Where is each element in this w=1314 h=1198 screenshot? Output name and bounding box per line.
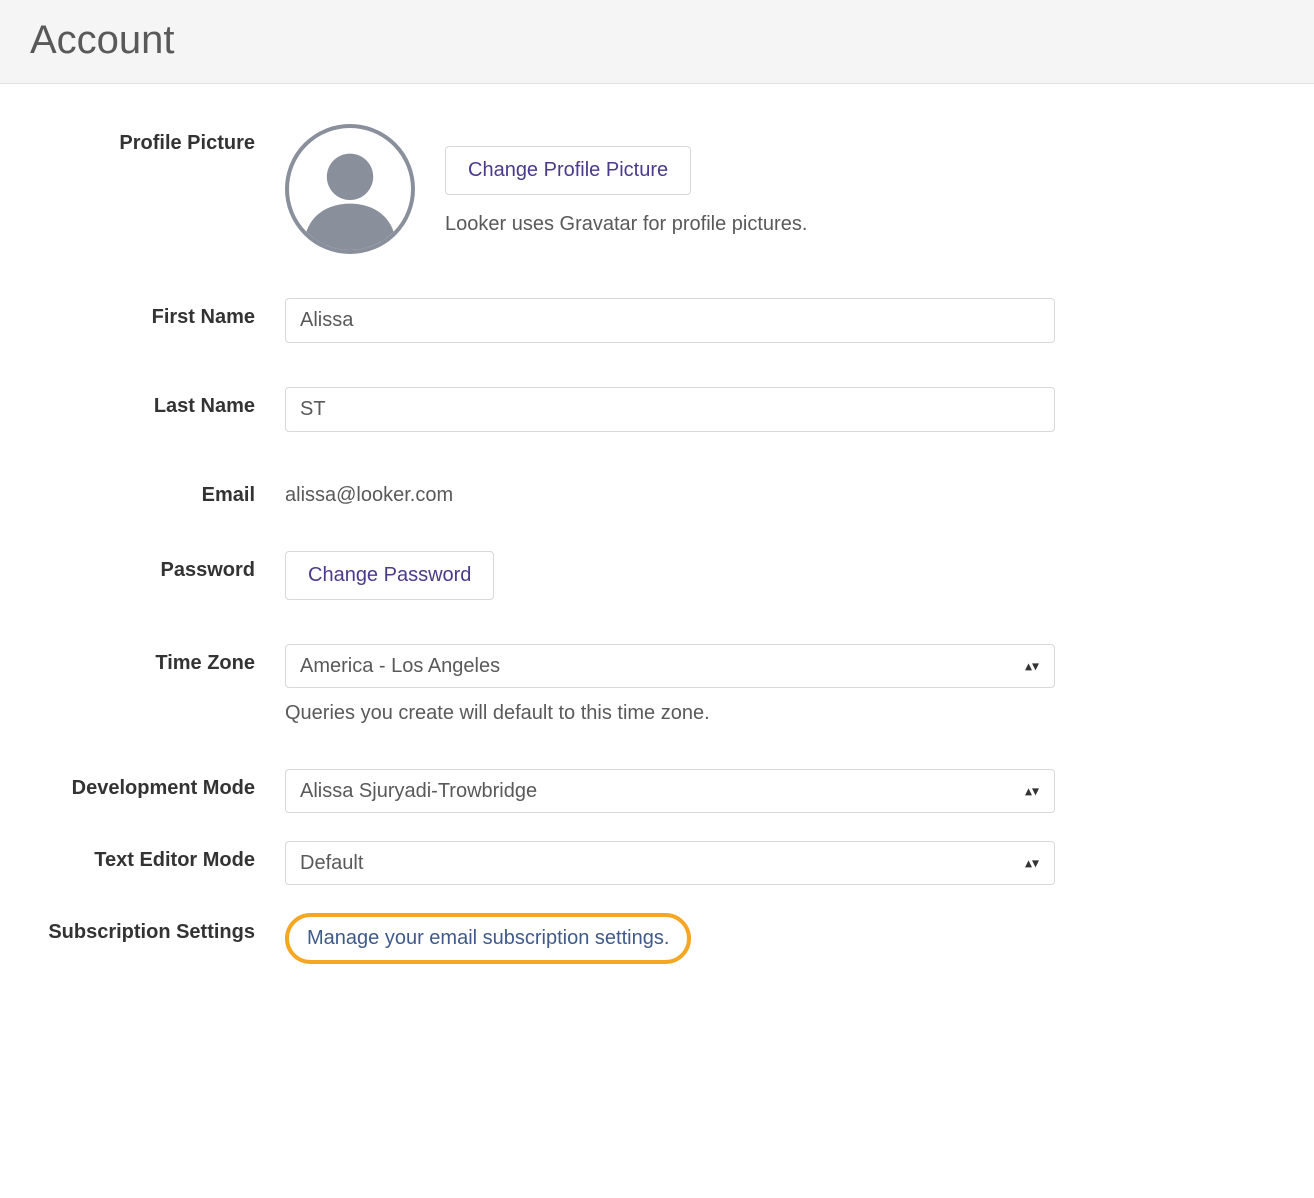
label-time-zone: Time Zone bbox=[30, 644, 285, 675]
label-email: Email bbox=[30, 476, 285, 507]
label-subscription-settings: Subscription Settings bbox=[30, 913, 285, 944]
text-editor-mode-select[interactable]: Default bbox=[285, 841, 1055, 885]
time-zone-select[interactable]: America - Los Angeles bbox=[285, 644, 1055, 688]
label-development-mode: Development Mode bbox=[30, 769, 285, 800]
label-profile-picture: Profile Picture bbox=[30, 124, 285, 155]
first-name-input[interactable] bbox=[285, 298, 1055, 343]
row-subscription-settings: Subscription Settings Manage your email … bbox=[30, 913, 1284, 964]
row-email: Email alissa@looker.com bbox=[30, 476, 1284, 507]
label-last-name: Last Name bbox=[30, 387, 285, 418]
label-password: Password bbox=[30, 551, 285, 582]
email-value: alissa@looker.com bbox=[285, 476, 1055, 507]
row-text-editor-mode: Text Editor Mode Default ▴▾ bbox=[30, 841, 1284, 885]
change-profile-picture-button[interactable]: Change Profile Picture bbox=[445, 146, 691, 195]
row-time-zone: Time Zone America - Los Angeles ▴▾ Queri… bbox=[30, 644, 1284, 725]
last-name-input[interactable] bbox=[285, 387, 1055, 432]
label-first-name: First Name bbox=[30, 298, 285, 329]
row-profile-picture: Profile Picture Change Profile Picture L… bbox=[30, 124, 1284, 254]
account-form: Profile Picture Change Profile Picture L… bbox=[0, 84, 1314, 994]
manage-subscription-link[interactable]: Manage your email subscription settings. bbox=[307, 927, 669, 949]
change-password-button[interactable]: Change Password bbox=[285, 551, 494, 600]
row-development-mode: Development Mode Alissa Sjuryadi-Trowbri… bbox=[30, 769, 1284, 813]
subscription-highlight: Manage your email subscription settings. bbox=[285, 913, 691, 964]
profile-picture-help: Looker uses Gravatar for profile picture… bbox=[445, 213, 807, 236]
avatar-icon bbox=[285, 124, 415, 254]
label-text-editor-mode: Text Editor Mode bbox=[30, 841, 285, 872]
development-mode-select[interactable]: Alissa Sjuryadi-Trowbridge bbox=[285, 769, 1055, 813]
row-first-name: First Name bbox=[30, 298, 1284, 343]
row-last-name: Last Name bbox=[30, 387, 1284, 432]
row-password: Password Change Password bbox=[30, 551, 1284, 600]
page-title: Account bbox=[30, 18, 1284, 63]
page-header: Account bbox=[0, 0, 1314, 84]
time-zone-help: Queries you create will default to this … bbox=[285, 702, 1055, 725]
